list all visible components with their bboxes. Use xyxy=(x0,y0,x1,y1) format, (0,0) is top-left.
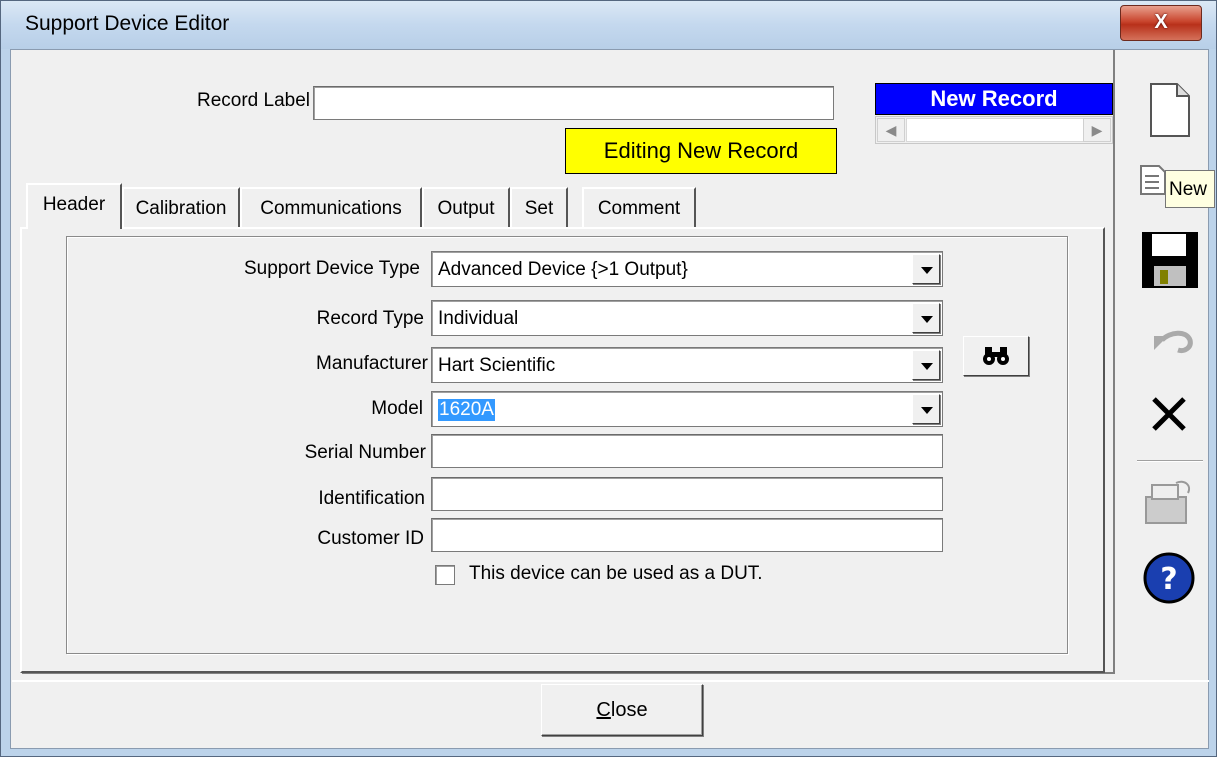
record-type-select[interactable]: Individual xyxy=(431,300,943,336)
customer-id-label: Customer ID xyxy=(317,528,424,549)
support-device-type-label: Support Device Type xyxy=(243,258,420,279)
chevron-down-icon[interactable] xyxy=(912,394,940,424)
save-icon[interactable] xyxy=(1140,230,1200,290)
new-document-icon[interactable] xyxy=(1139,80,1199,140)
binoculars-icon xyxy=(983,347,1009,365)
new-tooltip: New xyxy=(1165,170,1215,208)
identification-input[interactable] xyxy=(431,477,943,511)
manufacturer-value: Hart Scientific xyxy=(438,355,556,376)
scroll-right-icon[interactable]: ▶ xyxy=(1083,118,1111,142)
chevron-down-icon[interactable] xyxy=(912,254,940,284)
record-label-label: Record Label xyxy=(196,90,310,111)
toolbar-separator xyxy=(1137,460,1203,462)
model-value: 1620A xyxy=(438,399,495,421)
serial-number-input[interactable] xyxy=(431,434,943,468)
support-device-type-value: Advanced Device {>1 Output} xyxy=(438,259,688,280)
close-button-label: Close xyxy=(596,699,648,721)
tab-set[interactable]: Set xyxy=(510,187,568,227)
editing-status-indicator: Editing New Record xyxy=(565,128,837,174)
chevron-down-icon[interactable] xyxy=(912,303,940,333)
scroll-left-icon[interactable]: ◀ xyxy=(877,118,905,142)
record-status-indicator: New Record xyxy=(875,83,1113,115)
tab-calibration[interactable]: Calibration xyxy=(122,187,240,227)
tab-comment[interactable]: Comment xyxy=(582,187,696,227)
model-label: Model xyxy=(371,398,423,419)
manufacturer-select[interactable]: Hart Scientific xyxy=(431,347,943,383)
close-button[interactable]: Close xyxy=(541,684,703,736)
dut-checkbox-label: This device can be used as a DUT. xyxy=(469,563,763,584)
model-select[interactable]: 1620A xyxy=(431,391,943,427)
undo-icon[interactable] xyxy=(1140,310,1200,370)
manufacturer-label: Manufacturer xyxy=(316,353,428,374)
support-device-type-select[interactable]: Advanced Device {>1 Output} xyxy=(431,251,943,287)
serial-number-label: Serial Number xyxy=(304,442,426,463)
scroll-thumb[interactable] xyxy=(906,118,1086,142)
find-manufacturer-button[interactable] xyxy=(963,336,1029,376)
dut-checkbox[interactable] xyxy=(435,565,455,585)
record-navigation-scrollbar[interactable]: ◀ ▶ xyxy=(875,116,1113,144)
window-title: Support Device Editor xyxy=(25,12,230,35)
record-type-value: Individual xyxy=(438,308,519,329)
identification-label: Identification xyxy=(318,488,425,509)
customer-id-input[interactable] xyxy=(431,518,943,552)
print-icon[interactable] xyxy=(1140,475,1200,535)
window-close-button[interactable]: X xyxy=(1120,5,1202,41)
help-icon[interactable]: ? xyxy=(1139,548,1199,608)
tab-communications[interactable]: Communications xyxy=(240,187,422,227)
svg-text:?: ? xyxy=(1160,562,1177,597)
record-type-label: Record Type xyxy=(316,308,424,329)
title-bar: Support Device Editor X xyxy=(1,1,1216,49)
record-label-input[interactable] xyxy=(313,86,834,120)
chevron-down-icon[interactable] xyxy=(912,350,940,380)
tab-header[interactable]: Header xyxy=(26,183,122,229)
tab-output[interactable]: Output xyxy=(422,187,510,227)
delete-icon[interactable] xyxy=(1140,385,1200,445)
